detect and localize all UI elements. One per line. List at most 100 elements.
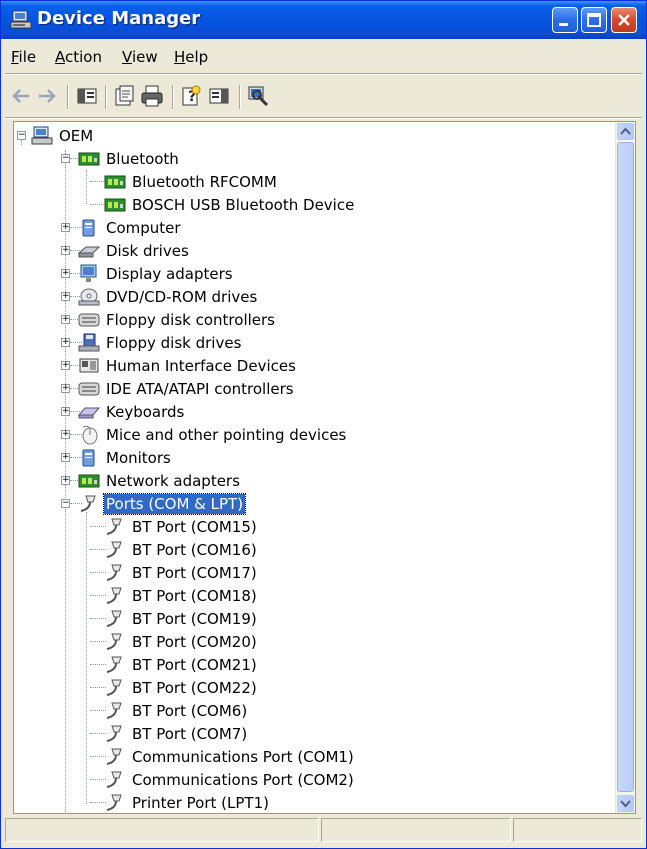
tree-root[interactable]: OEM: [31, 125, 95, 147]
vertical-scrollbar[interactable]: [615, 122, 635, 813]
expand-toggle[interactable]: +: [61, 407, 70, 416]
tree-item-bluetooth[interactable]: Bluetooth: [78, 148, 181, 170]
tree-item-port[interactable]: BT Port (COM16): [104, 539, 259, 561]
tree-item-port[interactable]: BT Port (COM6): [104, 700, 249, 722]
tree-item-port[interactable]: BT Port (COM22): [104, 677, 259, 699]
help-icon[interactable]: ?: [179, 84, 203, 108]
tree-item-port[interactable]: Printer Port (LPT1): [104, 792, 271, 813]
menu-action[interactable]: Action: [55, 48, 102, 66]
tree-item-floppy-disk-controllers[interactable]: Floppy disk controllers: [78, 309, 277, 331]
scrollbar-thumb[interactable]: [617, 142, 634, 792]
expand-toggle[interactable]: +: [61, 453, 70, 462]
tree-item-port[interactable]: BT Port (COM19): [104, 608, 259, 630]
tree-item-ports[interactable]: Ports (COM & LPT): [78, 493, 247, 515]
toolbar: ?: [5, 77, 642, 115]
tree-item-dvd-cdrom-drives[interactable]: DVD/CD-ROM drives: [78, 286, 259, 308]
scroll-down-button[interactable]: [617, 795, 634, 812]
close-icon: [618, 14, 630, 26]
expand-toggle[interactable]: +: [61, 338, 70, 347]
tree-item-label: Network adapters: [106, 472, 240, 490]
menu-action-label: Action: [55, 48, 102, 66]
expand-toggle[interactable]: +: [61, 269, 70, 278]
tree-item-label: Floppy disk drives: [106, 334, 242, 352]
tree-root-label: OEM: [59, 127, 94, 145]
collapse-toggle[interactable]: −: [61, 154, 70, 163]
cdrom-icon: [78, 288, 100, 306]
port-connector-icon: [106, 587, 122, 604]
tree-item-port[interactable]: Communications Port (COM1): [104, 746, 356, 768]
tree-item-keyboards[interactable]: Keyboards: [78, 401, 186, 423]
menu-file[interactable]: File: [11, 48, 36, 66]
tree-item-label: Keyboards: [106, 403, 185, 421]
tree-item-label: Human Interface Devices: [106, 357, 296, 375]
port-connector-icon: [106, 564, 122, 581]
expand-toggle[interactable]: +: [61, 223, 70, 232]
tree-item-monitors[interactable]: Monitors: [78, 447, 173, 469]
tree-item-label: BT Port (COM16): [132, 541, 257, 559]
minimize-button[interactable]: [552, 7, 578, 33]
tree-item-port[interactable]: BT Port (COM21): [104, 654, 259, 676]
bluetooth-adapter-icon: [104, 198, 126, 212]
scan-hardware-changes-icon[interactable]: [246, 84, 270, 108]
tree-item-port[interactable]: BT Port (COM17): [104, 562, 259, 584]
expand-toggle[interactable]: +: [61, 315, 70, 324]
tree-item-network-adapters[interactable]: Network adapters: [78, 470, 242, 492]
tree-item-label: BOSCH USB Bluetooth Device: [132, 196, 355, 214]
tree-item-bosch-usb-bluetooth[interactable]: BOSCH USB Bluetooth Device: [104, 194, 356, 216]
collapse-toggle[interactable]: −: [61, 499, 70, 508]
port-connector-icon: [106, 518, 122, 535]
tree-item-port[interactable]: BT Port (COM7): [104, 723, 249, 745]
port-connector-icon: [106, 633, 122, 650]
tree-item-port[interactable]: BT Port (COM15): [104, 516, 259, 538]
tree-item-port[interactable]: Communications Port (COM2): [104, 769, 356, 791]
scroll-up-button[interactable]: [617, 123, 634, 140]
maximize-button[interactable]: [581, 7, 607, 33]
tree-item-label: BT Port (COM6): [132, 702, 248, 720]
tree-item-label: Communications Port (COM2): [132, 771, 354, 789]
tree-item-human-interface-devices[interactable]: Human Interface Devices: [78, 355, 298, 377]
floppy-drive-icon: [78, 333, 100, 352]
tree-item-display-adapters[interactable]: Display adapters: [78, 263, 235, 285]
tree-item-computer[interactable]: Computer: [78, 217, 183, 239]
tree-item-port[interactable]: BT Port (COM18): [104, 585, 259, 607]
expand-toggle[interactable]: +: [61, 292, 70, 301]
menu-view[interactable]: View: [122, 48, 158, 66]
expand-toggle[interactable]: +: [61, 361, 70, 370]
display-adapter-icon: [80, 264, 97, 282]
port-connector-icon: [106, 656, 122, 673]
tree-item-label: Floppy disk controllers: [106, 311, 275, 329]
port-connector-icon: [106, 725, 122, 742]
back-arrow-icon[interactable]: [9, 84, 33, 108]
collapse-toggle[interactable]: −: [17, 131, 26, 140]
tree-item-ide-ata-atapi-controllers[interactable]: IDE ATA/ATAPI controllers: [78, 378, 296, 400]
close-button[interactable]: [611, 7, 637, 33]
mouse-icon: [82, 425, 98, 445]
expand-toggle[interactable]: +: [61, 384, 70, 393]
tree-item-disk-drives[interactable]: Disk drives: [78, 240, 191, 262]
bluetooth-adapter-icon: [78, 152, 100, 166]
tree-item-bluetooth-rfcomm[interactable]: Bluetooth RFCOMM: [104, 171, 279, 193]
properties-icon[interactable]: [112, 84, 136, 108]
forward-arrow-icon[interactable]: [35, 84, 59, 108]
ide-controller-icon: [78, 382, 100, 396]
tree-item-floppy-disk-drives[interactable]: Floppy disk drives: [78, 332, 243, 354]
show-hide-console-tree-icon[interactable]: [75, 84, 99, 108]
tree-item-label: BT Port (COM21): [132, 656, 257, 674]
expand-toggle[interactable]: +: [61, 246, 70, 255]
expand-toggle[interactable]: +: [61, 476, 70, 485]
tree-item-label: DVD/CD-ROM drives: [106, 288, 258, 306]
menu-help-label: Help: [174, 48, 209, 66]
device-manager-icon: [10, 10, 32, 29]
title-bar[interactable]: Device Manager: [1, 1, 646, 39]
print-icon[interactable]: [140, 84, 164, 108]
floppy-controller-icon: [78, 313, 100, 327]
tree-line: [86, 170, 87, 204]
show-hide-action-pane-icon[interactable]: [207, 84, 231, 108]
port-connector-icon: [106, 702, 122, 719]
tree-item-port[interactable]: BT Port (COM20): [104, 631, 259, 653]
menu-help[interactable]: Help: [174, 48, 208, 66]
tree-item-mice[interactable]: Mice and other pointing devices: [78, 424, 348, 446]
expand-toggle[interactable]: +: [61, 430, 70, 439]
device-tree[interactable]: − OEM − Bluetooth Bluetooth RFCOMM BOSCH…: [13, 121, 636, 814]
port-connector-icon: [106, 748, 122, 765]
